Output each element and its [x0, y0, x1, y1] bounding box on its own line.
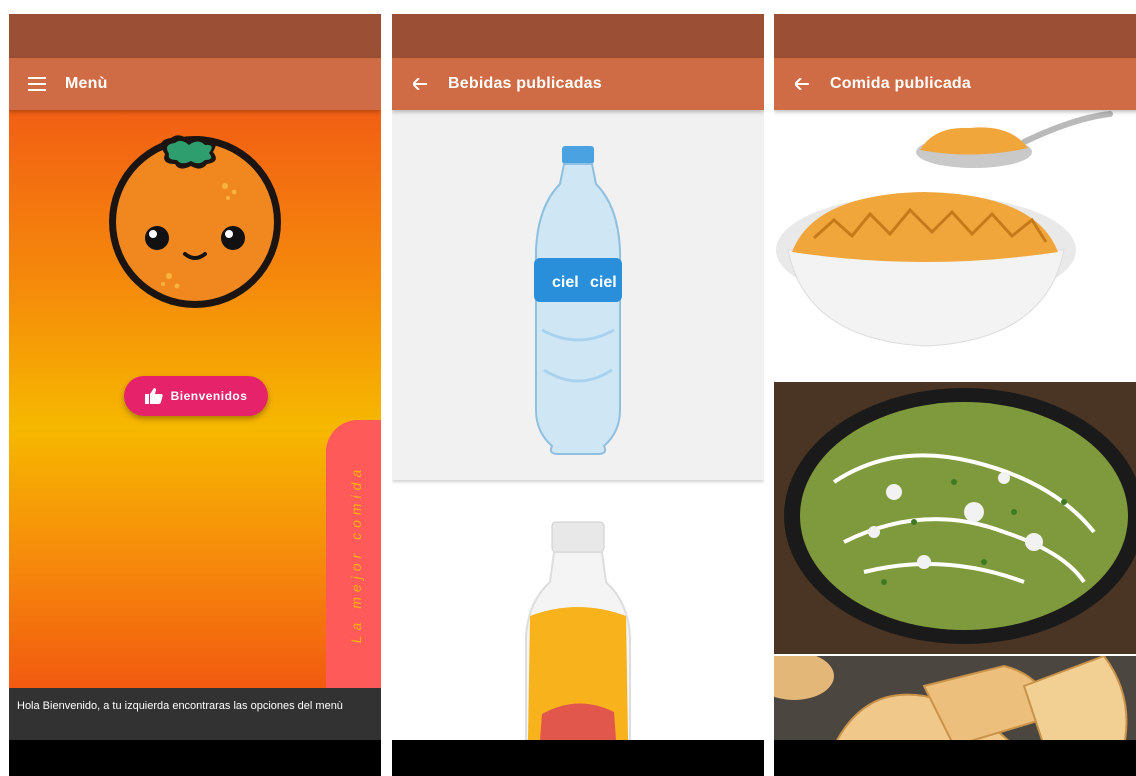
chilaquiles-image — [774, 382, 1136, 654]
app-bar: Menù — [9, 58, 381, 110]
drink-card[interactable]: ciel ciel — [392, 110, 764, 480]
arrow-back-icon[interactable] — [774, 78, 830, 90]
food-screen: Comida publicada — [774, 14, 1136, 776]
navigation-bar — [774, 740, 1136, 776]
empanadas-image — [774, 656, 1136, 740]
orange-mascot-logo — [109, 135, 281, 308]
thumbs-up-icon — [144, 388, 163, 404]
snackbar-message: Hola Bienvenido, a tu izquierda encontra… — [17, 700, 343, 712]
water-bottle-image: ciel ciel — [534, 146, 622, 455]
status-bar — [392, 14, 764, 58]
arrow-back-icon[interactable] — [392, 78, 448, 90]
drinks-list: ciel ciel — [392, 110, 764, 741]
soda-bottle-image — [525, 521, 631, 741]
menu-screen: Menù Bienvenidos La mejor comida Hola Bi… — [9, 14, 381, 776]
snackbar: Hola Bienvenido, a tu izquierda encontra… — [9, 688, 381, 740]
status-bar — [774, 14, 1136, 58]
side-tab-label: La mejor comida — [348, 464, 364, 644]
hamburger-menu-icon[interactable] — [9, 77, 65, 91]
cereal-bowl-image — [776, 111, 1113, 347]
bottle-label-right: ciel — [590, 274, 617, 291]
drink-card[interactable] — [392, 486, 764, 741]
page-title: Menù — [65, 75, 108, 92]
food-card[interactable] — [774, 382, 1136, 654]
page-title: Comida publicada — [830, 75, 971, 92]
side-menu-tab[interactable]: La mejor comida — [326, 420, 381, 688]
food-card[interactable] — [774, 656, 1136, 740]
drinks-screen: Bebidas publicadas ciel ciel — [392, 14, 764, 776]
welcome-button-label: Bienvenidos — [170, 389, 248, 403]
bottle-label-left: ciel — [552, 274, 579, 291]
status-bar — [9, 14, 381, 58]
food-card[interactable] — [774, 110, 1136, 380]
app-bar: Comida publicada — [774, 58, 1136, 110]
page-title: Bebidas publicadas — [448, 75, 602, 92]
app-bar: Bebidas publicadas — [392, 58, 764, 110]
navigation-bar — [9, 740, 381, 776]
welcome-button[interactable]: Bienvenidos — [124, 376, 268, 416]
food-list — [774, 110, 1136, 740]
navigation-bar — [392, 740, 764, 776]
